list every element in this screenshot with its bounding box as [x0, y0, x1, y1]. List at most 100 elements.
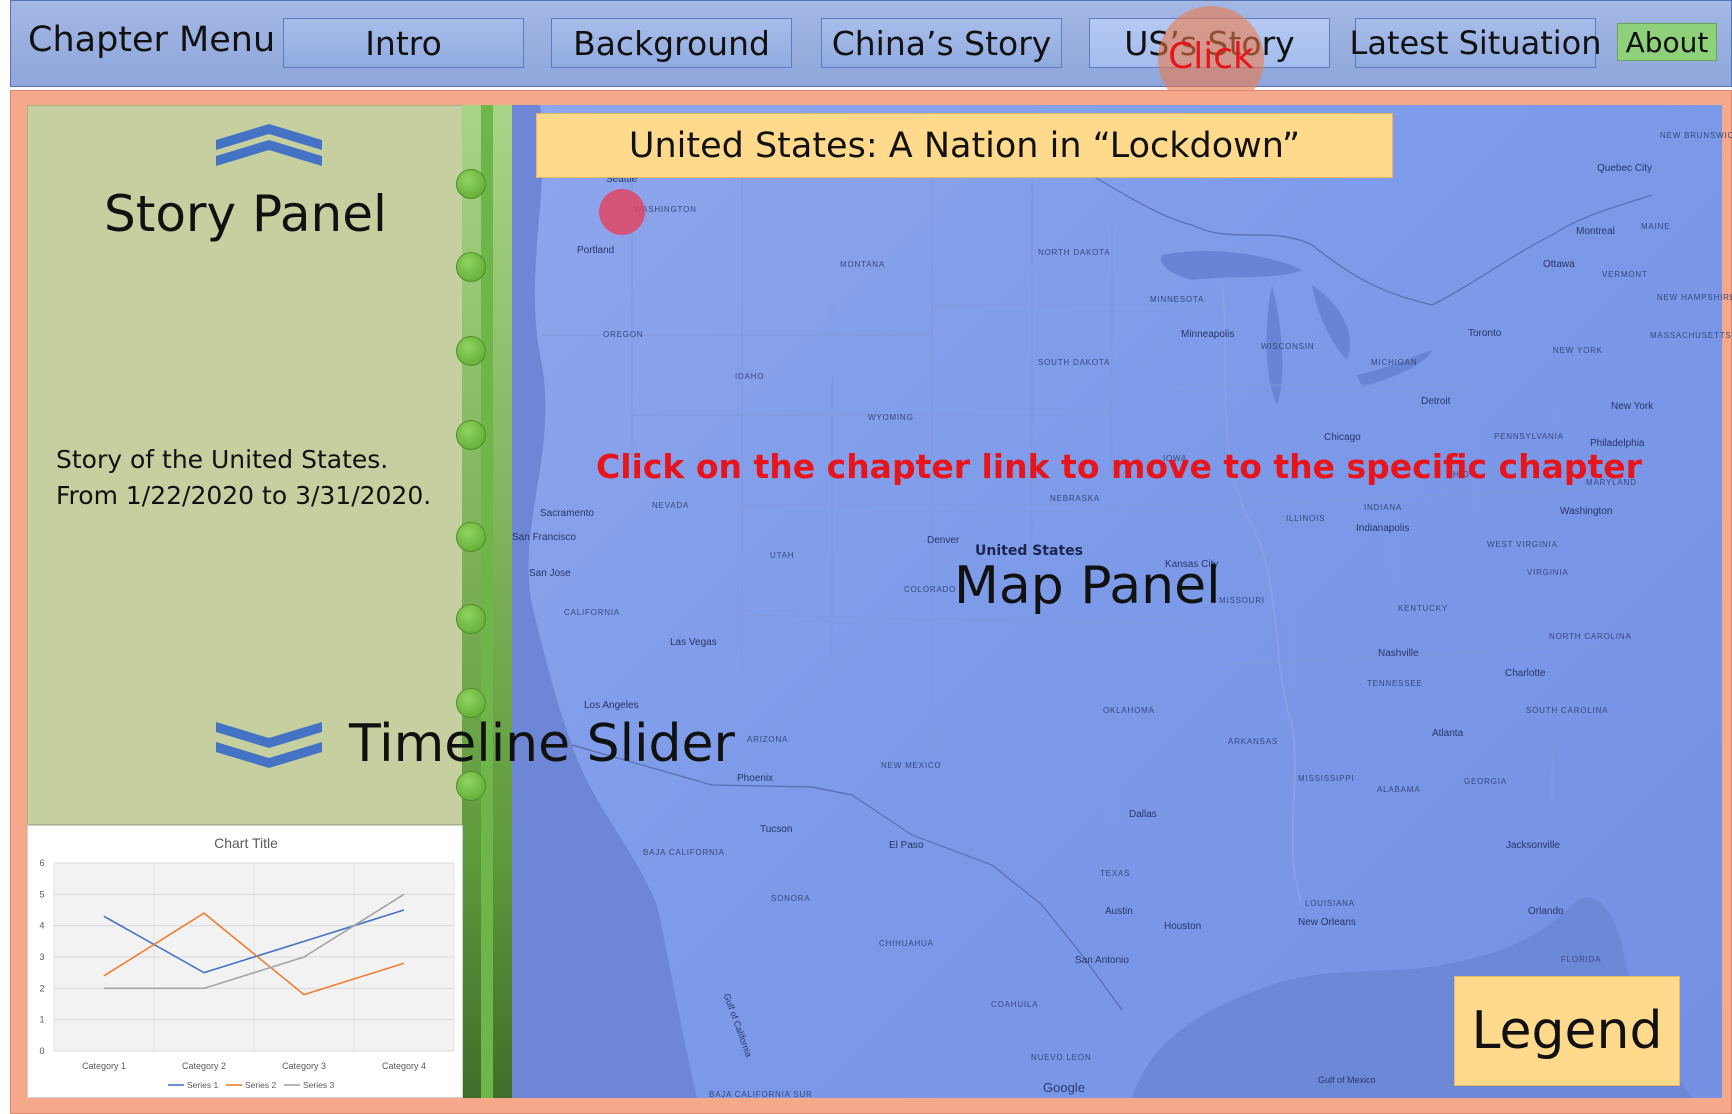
map-state-label: MISSOURI: [1219, 596, 1265, 605]
map-city-label: San Francisco: [512, 532, 576, 543]
timeline-dot[interactable]: [456, 420, 486, 450]
map-city-label: Montreal: [1576, 226, 1615, 237]
timeline-dot[interactable]: [456, 336, 486, 366]
click-indicator-label: Click: [1168, 36, 1254, 77]
map-state-label: NEBRASKA: [1050, 494, 1100, 503]
map-state-label: ARIZONA: [747, 735, 789, 744]
chevron-up-icon[interactable]: [216, 116, 322, 166]
timeline-dot[interactable]: [456, 604, 486, 634]
map-state-label: TEXAS: [1100, 869, 1131, 878]
map-state-label: MICHIGAN: [1371, 358, 1418, 367]
chart-x-tick-label: Category 3: [282, 1061, 326, 1071]
map-state-label: ILLINOIS: [1286, 514, 1326, 523]
story-text: Story of the United States. From 1/22/20…: [56, 442, 431, 514]
chart-legend-label: Series 2: [245, 1080, 276, 1090]
map-state-label: VIRGINIA: [1527, 568, 1569, 577]
map-state-label: LOUISIANA: [1305, 899, 1355, 908]
chart-y-tick-label: 5: [39, 889, 44, 899]
chart-x-tick-label: Category 4: [382, 1061, 426, 1071]
map-state-label: FLORIDA: [1561, 955, 1602, 964]
map-state-label: NEW MEXICO: [881, 761, 942, 770]
map-city-label: Dallas: [1129, 809, 1157, 820]
map-state-label: WYOMING: [868, 413, 914, 422]
map-state-label: KENTUCKY: [1398, 604, 1448, 613]
map-city-label: Minneapolis: [1181, 329, 1235, 340]
map-city-label: Atlanta: [1432, 728, 1464, 739]
story-text-line-2: From 1/22/2020 to 3/31/2020.: [56, 481, 432, 510]
about-button[interactable]: About: [1617, 23, 1717, 61]
map-state-label: VERMONT: [1602, 270, 1648, 279]
chapter-button-china-story[interactable]: China’s Story: [821, 18, 1062, 68]
timeline-slider-rail: [481, 105, 493, 1098]
map-state-label: BAJA CALIFORNIA SUR: [709, 1090, 813, 1099]
map-state-label: IDAHO: [735, 372, 765, 381]
chapter-button-intro[interactable]: Intro: [283, 18, 524, 68]
chart-box: Chart Title 0 1 2 3 4 5 6 Category 1 Category 2 Ca…: [27, 825, 463, 1098]
chart-y-tick-label: 4: [39, 921, 44, 931]
map-state-label: MINNESOTA: [1150, 295, 1205, 304]
map-state-label: COAHUILA: [991, 1000, 1039, 1009]
chart-y-tick-label: 2: [39, 983, 44, 993]
map-state-label: SOUTH DAKOTA: [1038, 358, 1111, 367]
story-text-line-1: Story of the United States.: [56, 445, 389, 474]
map-city-label: Quebec City: [1597, 163, 1653, 174]
map-state-label: SOUTH CAROLINA: [1526, 706, 1609, 715]
map-state-label: MASSACHUSETTS: [1650, 331, 1732, 340]
chart-x-tick-label: Category 1: [82, 1061, 126, 1071]
google-attribution: Google: [1043, 1080, 1085, 1095]
map-state-label: COLORADO: [904, 585, 957, 594]
map-city-label: Tucson: [760, 824, 793, 835]
map-state-label: PENNSYLVANIA: [1494, 432, 1564, 441]
map-city-label: Chicago: [1324, 432, 1361, 443]
map-state-label: NEW YORK: [1553, 346, 1603, 355]
map-city-label: Charlotte: [1505, 668, 1546, 679]
map-city-label: Sacramento: [540, 508, 594, 519]
map-state-label: UTAH: [770, 551, 795, 560]
map-title-banner: United States: A Nation in “Lockdown”: [536, 113, 1393, 178]
map-city-label: Denver: [927, 535, 960, 546]
timeline-slider-label: Timeline Slider: [349, 714, 735, 774]
chapter-menu-title: Chapter Menu: [28, 20, 276, 60]
map-state-label: CALIFORNIA: [564, 608, 621, 617]
map-state-label: GEORGIA: [1464, 777, 1507, 786]
map-state-label: NEW BRUNSWICK: [1660, 131, 1732, 140]
timeline-dot[interactable]: [456, 771, 486, 801]
map-city-label: Jacksonville: [1506, 840, 1560, 851]
timeline-dot[interactable]: [456, 522, 486, 552]
chart-x-tick-label: Category 2: [182, 1061, 226, 1071]
legend-box[interactable]: Legend: [1454, 976, 1680, 1086]
map-city-label: Houston: [1164, 921, 1202, 932]
chevron-down-icon[interactable]: [216, 722, 322, 770]
map-state-label: NORTH DAKOTA: [1038, 248, 1111, 257]
map-location-marker[interactable]: [599, 189, 645, 235]
map-city-label: El Paso: [889, 840, 924, 851]
map-city-label: Los Angeles: [584, 700, 639, 711]
map-state-label: MISSISSIPPI: [1298, 774, 1355, 783]
map-city-label: San Jose: [529, 568, 571, 579]
map-state-label: ARKANSAS: [1228, 737, 1278, 746]
story-panel-title: Story Panel: [104, 185, 387, 243]
map-city-label: New Orleans: [1298, 917, 1356, 928]
map-city-label: Ottawa: [1543, 259, 1575, 270]
map-state-label: NUEVO LEON: [1031, 1053, 1092, 1062]
map-city-label: Detroit: [1421, 396, 1451, 407]
map-city-label: New York: [1611, 401, 1654, 412]
map-state-label: MONTANA: [840, 260, 886, 269]
timeline-dot[interactable]: [456, 252, 486, 282]
chapter-button-latest-situation[interactable]: Latest Situation: [1350, 18, 1602, 68]
map-city-label: Phoenix: [737, 773, 774, 784]
map-panel-label: Map Panel: [954, 556, 1221, 616]
map-state-label: SONORA: [771, 894, 811, 903]
chart-y-tick-label: 6: [39, 858, 44, 868]
timeline-dot[interactable]: [456, 169, 486, 199]
chart-y-tick-label: 0: [39, 1046, 44, 1056]
map-state-label: WISCONSIN: [1261, 342, 1315, 351]
map-state-label: TENNESSEE: [1367, 679, 1423, 688]
map-city-label: Washington: [1560, 506, 1613, 517]
map-state-label: ALABAMA: [1377, 785, 1421, 794]
map-state-label: INDIANA: [1364, 503, 1403, 512]
map-state-label: WEST VIRGINIA: [1487, 540, 1558, 549]
map-city-label: Portland: [577, 245, 615, 256]
map-city-label: Indianapolis: [1356, 523, 1410, 534]
chapter-button-background[interactable]: Background: [551, 18, 792, 68]
